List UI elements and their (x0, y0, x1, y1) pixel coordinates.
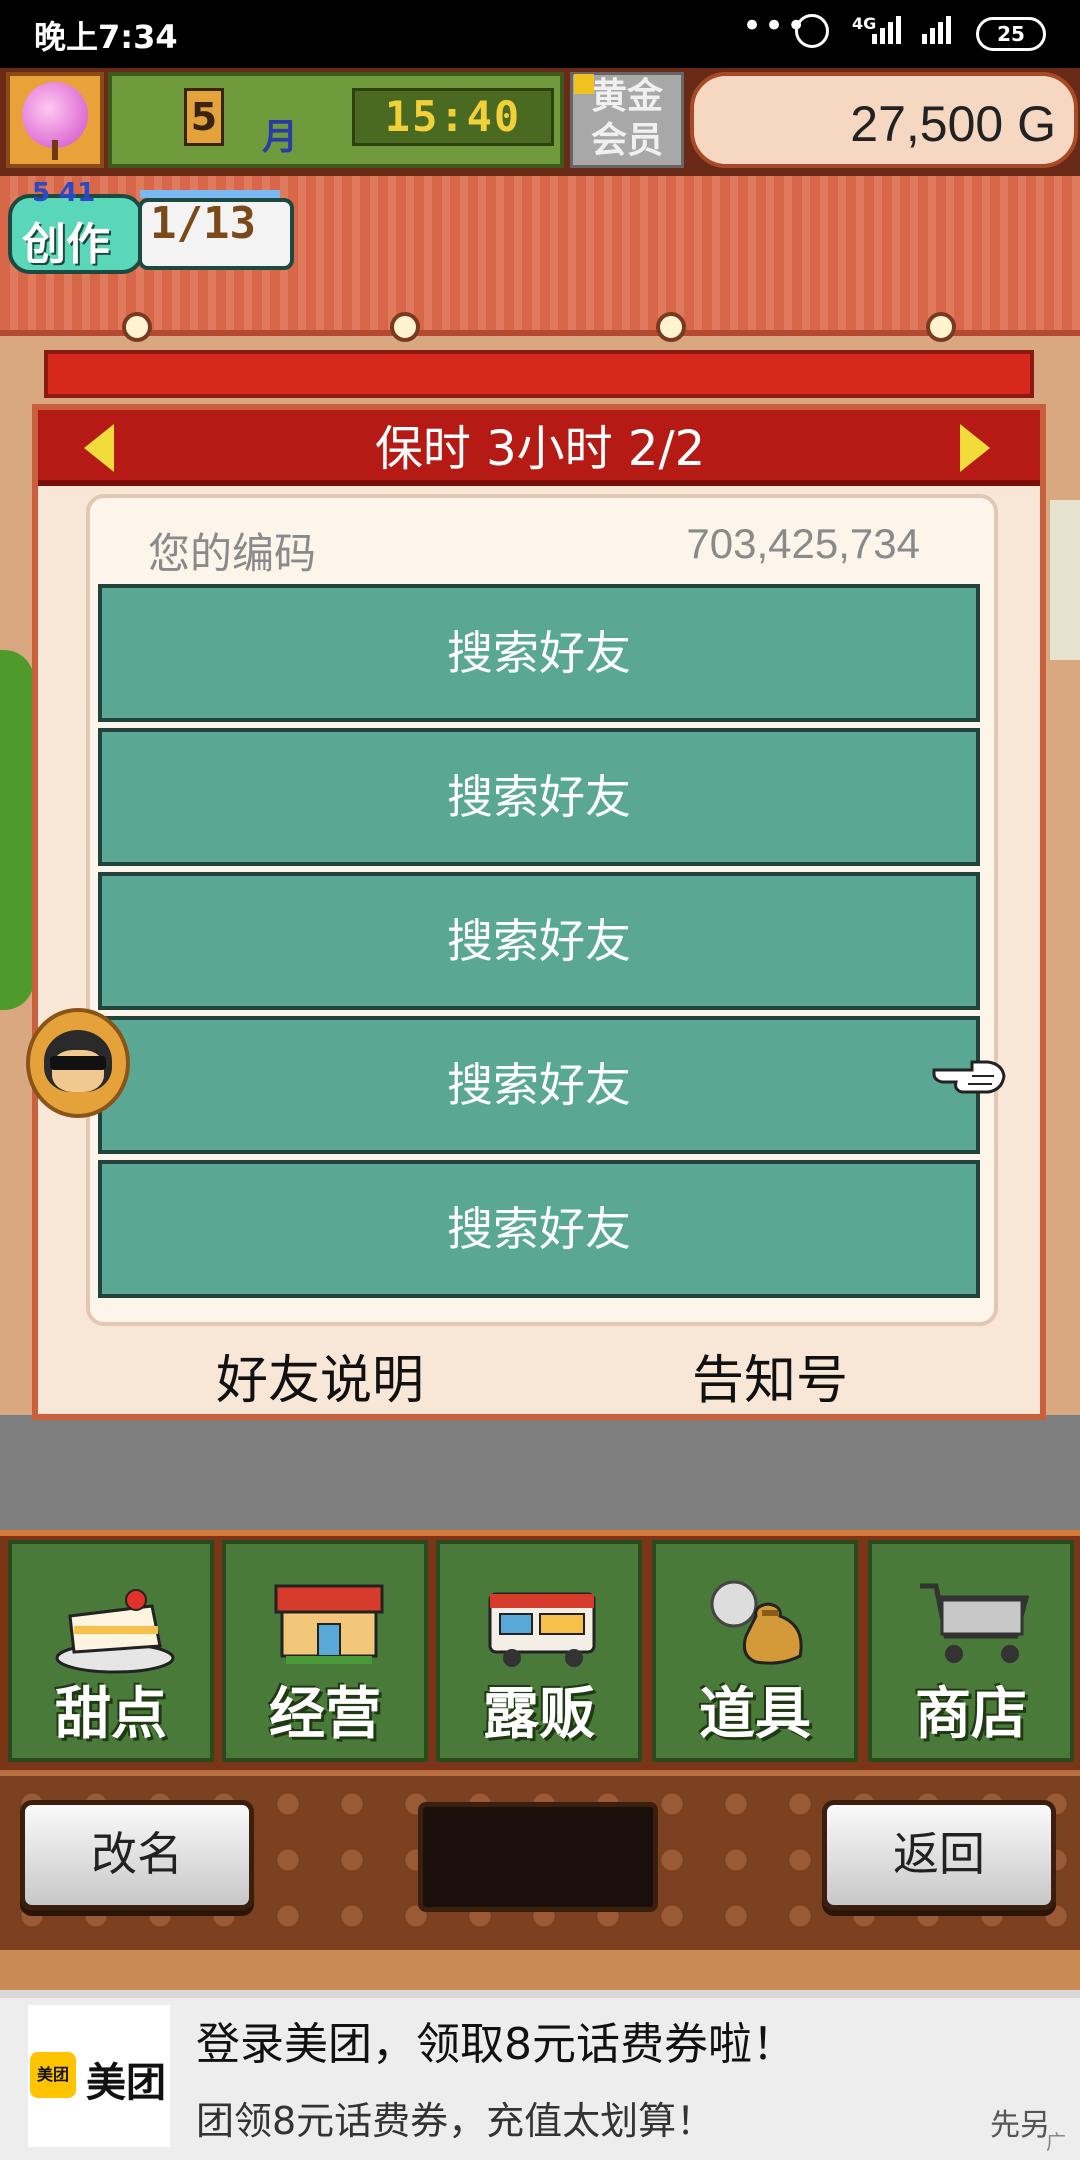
tree-decoration (0, 650, 34, 1010)
lamp-icon (926, 312, 956, 342)
gold-member-line-2: 会员 (590, 120, 663, 161)
your-code-value: 703,425,734 (686, 520, 920, 567)
cake-icon (55, 1589, 175, 1674)
status-time: 晚上7:34 (34, 18, 178, 56)
signal-icon (870, 14, 910, 48)
tab-management[interactable]: 经营 (222, 1540, 428, 1762)
game-clock: 15:40 (352, 88, 554, 146)
signal-icon-2 (920, 14, 960, 48)
back-button[interactable]: 返回 (822, 1800, 1056, 1910)
notice-number-link[interactable]: 告知号 (600, 1338, 940, 1413)
search-friend-button-4[interactable]: 搜索好友 (98, 1016, 980, 1154)
arrow-right-icon[interactable] (960, 424, 990, 472)
money-value: 27,500 G (850, 96, 1056, 152)
center-display-slot (418, 1802, 658, 1912)
shop-icon (274, 1584, 384, 1664)
lamp-icon (390, 312, 420, 342)
rename-button[interactable]: 改名 (20, 1800, 254, 1910)
shopping-cart-icon (920, 1583, 1030, 1663)
creation-progress: 1/13 (150, 198, 256, 249)
character-glasses (50, 1056, 106, 1070)
food-truck-icon (488, 1592, 596, 1667)
control-shelf (0, 1950, 1080, 1990)
search-friend-button-2[interactable]: 搜索好友 (98, 728, 980, 866)
month-value: 5 (184, 88, 224, 146)
tab-dessert-label: 甜点 (55, 1682, 167, 1747)
tab-food-stall-label: 露贩 (483, 1682, 595, 1747)
ad-tag: 广告 (1046, 2130, 1066, 2160)
tab-food-stall[interactable]: 露贩 (436, 1540, 642, 1762)
window-decoration (1050, 500, 1080, 660)
tab-management-label: 经营 (269, 1682, 381, 1747)
tab-items-label: 道具 (699, 1682, 811, 1747)
ad-title: 登录美团，领取8元话费券啦！ (196, 2019, 796, 2070)
battery-icon: 25 (976, 17, 1046, 51)
tab-items[interactable]: 道具 (652, 1540, 858, 1762)
tab-dessert[interactable]: 甜点 (8, 1540, 214, 1762)
shop-sign-bar (44, 350, 1034, 398)
month-unit: 月 (262, 117, 299, 158)
ad-corner-text: 先另 (990, 2108, 1050, 2143)
ad-subtitle: 团领8元话费券，充值太划算！ (196, 2099, 715, 2143)
ad-brand-text: 美团 (86, 2060, 166, 2106)
search-friend-button-5[interactable]: 搜索好友 (98, 1160, 980, 1298)
item-bag-icon (710, 1580, 803, 1665)
arrow-left-icon[interactable] (84, 424, 114, 472)
creation-level: 5 41 (32, 178, 96, 208)
dialog-title: 保时 3小时 2/2 (374, 421, 706, 477)
search-friend-button-3[interactable]: 搜索好友 (98, 872, 980, 1010)
lamp-icon (122, 312, 152, 342)
flower-stem (52, 140, 58, 160)
tab-store[interactable]: 商店 (868, 1540, 1074, 1762)
street-area (0, 1415, 1080, 1535)
your-code-label: 您的编码 (148, 529, 317, 578)
friend-help-link[interactable]: 好友说明 (120, 1338, 520, 1413)
pointing-hand-icon (932, 1060, 1006, 1094)
flower-tree-icon (22, 82, 88, 148)
alarm-icon (795, 14, 829, 48)
lamp-icon (656, 312, 686, 342)
gold-badge-icon (574, 74, 594, 94)
search-friend-button-1[interactable]: 搜索好友 (98, 584, 980, 722)
tab-store-label: 商店 (915, 1682, 1027, 1747)
meituan-logo-icon: 美团 (30, 2052, 76, 2098)
creation-level-bar (140, 190, 280, 198)
creation-label: 创作 (22, 219, 110, 270)
